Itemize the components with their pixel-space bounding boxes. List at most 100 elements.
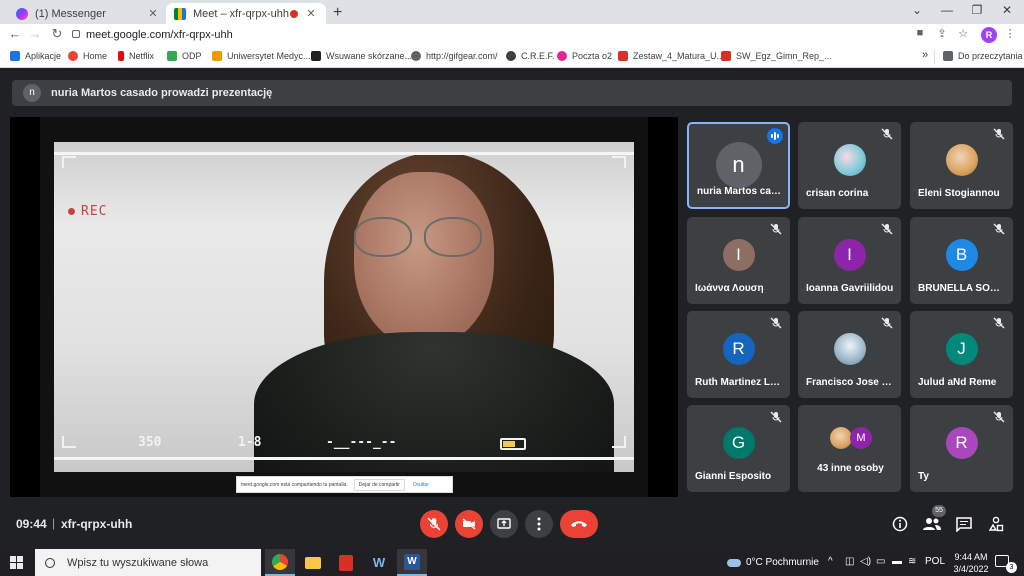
- wifi-icon[interactable]: ≋: [908, 556, 916, 567]
- taskbar-clock[interactable]: 9:44 AM 3/4/2022: [950, 551, 992, 575]
- tab-search-icon[interactable]: ⌄: [907, 3, 927, 17]
- participant-tile-ruth[interactable]: R Ruth Martinez Ló...: [687, 311, 790, 398]
- bookmark-odp[interactable]: ODP: [167, 51, 202, 61]
- taskbar-file-explorer[interactable]: [298, 549, 328, 576]
- more-bookmarks-icon[interactable]: »: [922, 49, 928, 61]
- shop-site-icon: [311, 51, 321, 61]
- close-tab-icon[interactable]: ✕: [304, 7, 318, 20]
- url-field[interactable]: meet.google.com/xfr-qrpx-uhh: [86, 29, 233, 41]
- activities-icon: [988, 516, 1004, 532]
- participant-tile-brunella[interactable]: B BRUNELLA SORBE...: [910, 217, 1013, 304]
- bookmark-home[interactable]: Home: [68, 51, 107, 61]
- rec-label: REC: [81, 204, 108, 219]
- language-indicator[interactable]: POL: [925, 556, 945, 567]
- bookmark-sw-egz[interactable]: SW_Egz_Gimn_Rep_...: [721, 51, 832, 61]
- battery-icon: [500, 438, 526, 450]
- present-screen-icon: [497, 518, 511, 529]
- presenter-avatar: n: [23, 84, 41, 102]
- participant-tile-francisco[interactable]: Francisco Jose M...: [798, 311, 901, 398]
- camera-in-use-icon[interactable]: ■: [912, 27, 928, 39]
- taskbar-acrobat[interactable]: [331, 549, 361, 576]
- participant-tile-ioanna-g[interactable]: I Ioanna Gavriilidou: [798, 217, 901, 304]
- taskbar-word[interactable]: W: [397, 549, 427, 576]
- participant-tile-ioanna-l[interactable]: I Ιωάννα Λουση: [687, 217, 790, 304]
- tab-meet[interactable]: Meet – xfr-qrpx-uhh ✕: [166, 3, 326, 24]
- menu-icon[interactable]: ⋮: [1002, 27, 1018, 40]
- leave-call-button[interactable]: [560, 510, 598, 538]
- maximize-button[interactable]: ❐: [967, 3, 987, 17]
- tab-messenger[interactable]: (1) Messenger ✕: [8, 3, 168, 24]
- camera-icon[interactable]: ▭: [876, 556, 885, 567]
- meeting-details-button[interactable]: [889, 513, 911, 535]
- bookmark-apps[interactable]: Aplikacje: [10, 51, 61, 61]
- participant-name: Julud aNd Reme: [918, 377, 997, 388]
- stop-sharing-button[interactable]: Dejar de compartir: [353, 478, 405, 491]
- more-options-button[interactable]: [525, 510, 553, 538]
- bookmark-label: Poczta o2: [572, 51, 613, 61]
- present-screen-button[interactable]: [490, 510, 518, 538]
- mic-off-icon: [881, 223, 893, 235]
- battery-icon[interactable]: ▬: [892, 556, 902, 567]
- bookmark-zestaw[interactable]: Zestaw_4_Matura_U...: [618, 51, 724, 61]
- notification-count-badge: 3: [1006, 562, 1017, 573]
- participant-tile-self[interactable]: R Ty: [910, 405, 1013, 492]
- participant-tile-crisan[interactable]: crisan corina: [798, 122, 901, 209]
- presentation-view[interactable]: REC 350 1-8 -__---_--: [10, 117, 678, 497]
- participant-tile-julud[interactable]: J Julud aNd Reme: [910, 311, 1013, 398]
- camera-timecode: -__---_--: [326, 435, 397, 450]
- participant-tile-nuria[interactable]: n nuria Martos casa...: [687, 122, 790, 209]
- participant-name: nuria Martos casa...: [697, 186, 782, 197]
- pdf-site-icon: [618, 51, 628, 61]
- new-tab-button[interactable]: +: [333, 4, 342, 22]
- weather-widget[interactable]: 0°C Pochmurnie: [727, 557, 819, 568]
- profile-avatar[interactable]: R: [981, 27, 997, 43]
- mail-site-icon: [557, 51, 567, 61]
- speaker-icon[interactable]: ◁): [860, 556, 871, 567]
- taskbar-chrome[interactable]: [265, 549, 295, 576]
- camera-clip: 1-8: [238, 435, 262, 450]
- chat-button[interactable]: [953, 513, 975, 535]
- bookmark-wsuwane[interactable]: Wsuwane skórzane...: [311, 51, 412, 61]
- avatar: R: [945, 427, 978, 459]
- bookmark-netflix[interactable]: Netflix: [118, 51, 154, 61]
- reading-list[interactable]: Do przeczytania: [943, 51, 1023, 61]
- presenter-video: REC 350 1-8 -__---_--: [54, 142, 634, 472]
- bookmark-label: Aplikacje: [25, 51, 62, 61]
- university-site-icon: [212, 51, 222, 61]
- bookmark-label: Uniwersytet Medyc...: [227, 51, 311, 61]
- back-button[interactable]: ←: [6, 26, 24, 41]
- bookmark-star-icon[interactable]: ☆: [955, 27, 971, 40]
- taskbar-app[interactable]: W: [364, 549, 394, 576]
- minimize-button[interactable]: —: [937, 3, 957, 17]
- windows-start-icon[interactable]: [10, 556, 23, 569]
- participant-tile-gianni[interactable]: G Gianni Esposito: [687, 405, 790, 492]
- bookmark-poczta[interactable]: Poczta o2: [557, 51, 612, 61]
- divider: |: [52, 516, 56, 530]
- bookmark-uniwersytet[interactable]: Uniwersytet Medyc...: [212, 51, 311, 61]
- network-icon[interactable]: ◫: [845, 556, 854, 567]
- taskbar-search[interactable]: Wpisz tu wyszukiwane słowa: [35, 549, 261, 576]
- bookmark-cref[interactable]: C.R.E.F.: [506, 51, 555, 61]
- share-icon[interactable]: ⇪: [934, 27, 950, 40]
- participant-tile-eleni[interactable]: Eleni Stogiannou: [910, 122, 1013, 209]
- glasses: [354, 217, 494, 257]
- bookmark-gifgear[interactable]: http://gifgear.com/: [411, 51, 498, 61]
- activities-button[interactable]: [985, 513, 1007, 535]
- messenger-icon: [16, 7, 28, 20]
- forward-button[interactable]: →: [26, 26, 44, 41]
- hide-notice-button[interactable]: Ocultar: [413, 482, 429, 488]
- viewfinder-line: [54, 457, 634, 460]
- hang-up-icon: [571, 521, 587, 527]
- glasses-lens: [424, 217, 482, 257]
- mic-off-icon: [770, 411, 782, 423]
- avatar: B: [945, 239, 978, 271]
- camera-button[interactable]: [455, 510, 483, 538]
- chevron-up-icon[interactable]: ^: [828, 556, 833, 567]
- microphone-button[interactable]: [420, 510, 448, 538]
- participant-tile-others[interactable]: M 43 inne osoby: [798, 405, 901, 492]
- reload-button[interactable]: ↻: [48, 26, 66, 42]
- app-icon: W: [372, 555, 386, 570]
- share-notice-text: meet.google.com está compartiendo tu pan…: [241, 481, 348, 488]
- close-tab-icon[interactable]: ✕: [146, 7, 160, 20]
- close-window-button[interactable]: ✕: [997, 3, 1017, 17]
